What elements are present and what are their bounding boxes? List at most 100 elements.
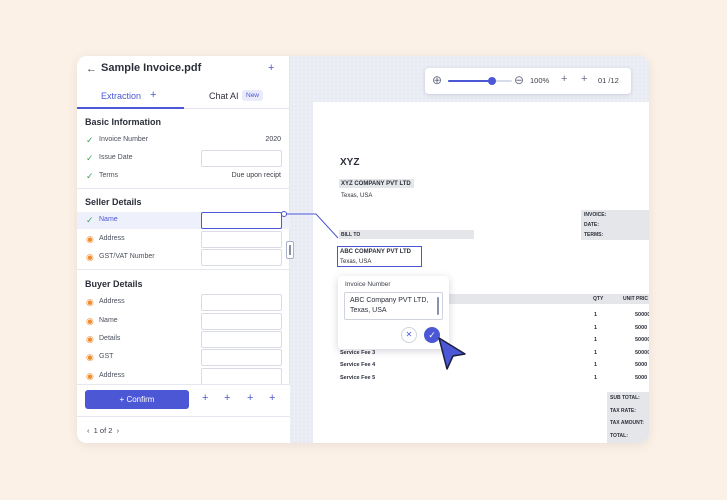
- file-title: Sample Invoice.pdf: [101, 62, 202, 74]
- popup-field-label: Invoice Number: [345, 281, 391, 288]
- bill-to-label: BILL TO: [341, 232, 361, 238]
- extraction-panel: ← Sample Invoice.pdf + Extraction + Chat…: [77, 56, 290, 443]
- field-row-seller-gst[interactable]: ◉ GST/VAT Number: [77, 249, 290, 266]
- buyer-gst-input[interactable]: [201, 349, 282, 366]
- tab-chat-ai[interactable]: Chat AI: [209, 91, 239, 101]
- field-row-buyer-name[interactable]: ◉ Name: [77, 313, 290, 330]
- section-title-seller: Seller Details: [85, 197, 142, 207]
- line-price: 5000: [635, 374, 648, 381]
- divider: [77, 384, 290, 385]
- field-edit-popup: Invoice Number ABC Company PVT LTD, Texa…: [338, 276, 449, 349]
- popup-value-text: ABC Company PVT LTD, Texas, USA: [350, 297, 429, 314]
- field-label: Address: [99, 298, 125, 305]
- add-plus-icon[interactable]: +: [247, 392, 253, 404]
- field-row-seller-address[interactable]: ◉ Address: [77, 231, 290, 248]
- zoom-slider-thumb[interactable]: [487, 77, 496, 85]
- page-count: 01 /12: [598, 76, 619, 85]
- tab-add-plus-icon[interactable]: +: [150, 89, 156, 101]
- seller-address-input[interactable]: [201, 231, 282, 248]
- field-row-terms[interactable]: ✓ Terms Due upon recipt: [77, 168, 290, 185]
- company-name: XYZ COMPANY PVT LTD: [341, 181, 411, 187]
- line-service: Service Fee 5: [340, 374, 376, 381]
- app-window: ← Sample Invoice.pdf + Extraction + Chat…: [77, 56, 649, 443]
- company-location: Texas, USA: [341, 193, 373, 199]
- doc-title: XYZ: [340, 157, 360, 168]
- buyer-details-input[interactable]: [201, 331, 282, 348]
- line-qty: 1: [594, 312, 598, 318]
- field-label: Name: [99, 317, 118, 324]
- check-icon: ✓: [428, 330, 436, 340]
- next-page-icon[interactable]: ›: [117, 426, 120, 435]
- buyer-name-text: ABC COMPANY PVT LTD: [340, 249, 412, 255]
- reject-button[interactable]: ✕: [401, 327, 417, 343]
- seller-gst-input[interactable]: [201, 249, 282, 266]
- zoom-slider[interactable]: [448, 77, 512, 85]
- field-row-buyer-address-2[interactable]: ◉ Address: [77, 368, 290, 385]
- field-label: Details: [99, 335, 121, 342]
- panel-tabs: Extraction + Chat AI New: [77, 84, 290, 109]
- add-plus-icon[interactable]: +: [269, 392, 275, 404]
- seller-name-input[interactable]: [201, 212, 282, 229]
- field-label: Name: [99, 216, 118, 223]
- back-arrow-icon[interactable]: ←: [86, 63, 97, 75]
- table-header: UNIT PRIC: [623, 296, 648, 302]
- field-row-buyer-address[interactable]: ◉ Address: [77, 294, 290, 311]
- document-page: XYZ XYZ COMPANY PVT LTD Texas, USA INVOI…: [313, 102, 649, 443]
- total-label: TAX RATE:: [610, 408, 636, 414]
- field-row-buyer-gst[interactable]: ◉ GST: [77, 349, 290, 366]
- add-file-plus-icon[interactable]: +: [268, 62, 274, 74]
- field-label: Issue Date: [99, 154, 133, 161]
- prev-page-icon[interactable]: ‹: [87, 426, 90, 435]
- close-icon: ✕: [405, 330, 413, 339]
- issue-date-input[interactable]: [201, 150, 282, 167]
- plus-icon[interactable]: +: [581, 73, 587, 85]
- divider: [77, 188, 290, 189]
- zoom-out-icon[interactable]: ⊖: [514, 73, 524, 87]
- buyer-name-input[interactable]: [201, 313, 282, 330]
- buyer-address-2-input[interactable]: [201, 368, 282, 385]
- field-label: Invoice Number: [99, 136, 149, 143]
- popup-value-textarea[interactable]: ABC Company PVT LTD, Texas, USA: [344, 292, 443, 320]
- field-row-seller-name[interactable]: ✓ Name: [77, 212, 290, 229]
- table-header: QTY: [593, 296, 604, 302]
- eye-icon: ◉: [86, 334, 94, 344]
- line-qty: 1: [594, 362, 598, 368]
- eye-icon: ◉: [86, 371, 94, 381]
- tab-extraction-label: Extraction: [101, 91, 142, 101]
- confirm-label: Confirm: [126, 395, 155, 404]
- section-title-basic: Basic Information: [85, 117, 162, 127]
- check-icon: ✓: [86, 215, 94, 225]
- line-price: 5000: [635, 362, 648, 368]
- popup-scrollbar[interactable]: [437, 297, 439, 315]
- field-row-invoice-number[interactable]: ✓ Invoice Number 2020: [77, 132, 290, 149]
- pagination: ‹ 1 of 2 ›: [87, 426, 119, 435]
- eye-icon: ◉: [86, 352, 94, 362]
- mouse-cursor-icon: [438, 337, 466, 370]
- tab-extraction[interactable]: Extraction +: [77, 84, 184, 109]
- eye-icon: ◉: [86, 297, 94, 307]
- add-plus-icon[interactable]: +: [202, 392, 208, 404]
- field-row-issue-date[interactable]: ✓ Issue Date: [77, 150, 290, 167]
- field-label: Terms: [99, 172, 119, 179]
- line-price: 50000: [635, 312, 649, 318]
- panel-header: ← Sample Invoice.pdf +: [77, 56, 290, 82]
- panel-resize-handle[interactable]: [286, 241, 294, 259]
- new-badge: New: [242, 90, 264, 101]
- line-price: 50000: [635, 349, 649, 356]
- field-row-buyer-details[interactable]: ◉ Details: [77, 331, 290, 348]
- zoom-in-icon[interactable]: ⊕: [432, 73, 442, 87]
- buyer-address-input[interactable]: [201, 294, 282, 311]
- field-label: Address: [99, 235, 125, 242]
- line-service: Service Fee 4: [340, 362, 376, 368]
- add-plus-icon[interactable]: +: [224, 392, 230, 404]
- plus-icon[interactable]: +: [561, 73, 567, 85]
- line-qty: 1: [594, 337, 598, 343]
- confirm-button[interactable]: + Confirm: [85, 390, 189, 409]
- zoom-slider-fill: [448, 80, 492, 82]
- invoice-field: DATE:: [584, 222, 599, 228]
- total-label: TAX AMOUNT:: [610, 420, 644, 426]
- field-label: GST/VAT Number: [99, 253, 155, 260]
- check-icon: ✓: [86, 171, 94, 181]
- check-icon: ✓: [86, 153, 94, 163]
- buyer-location-text: Texas, USA: [340, 259, 372, 265]
